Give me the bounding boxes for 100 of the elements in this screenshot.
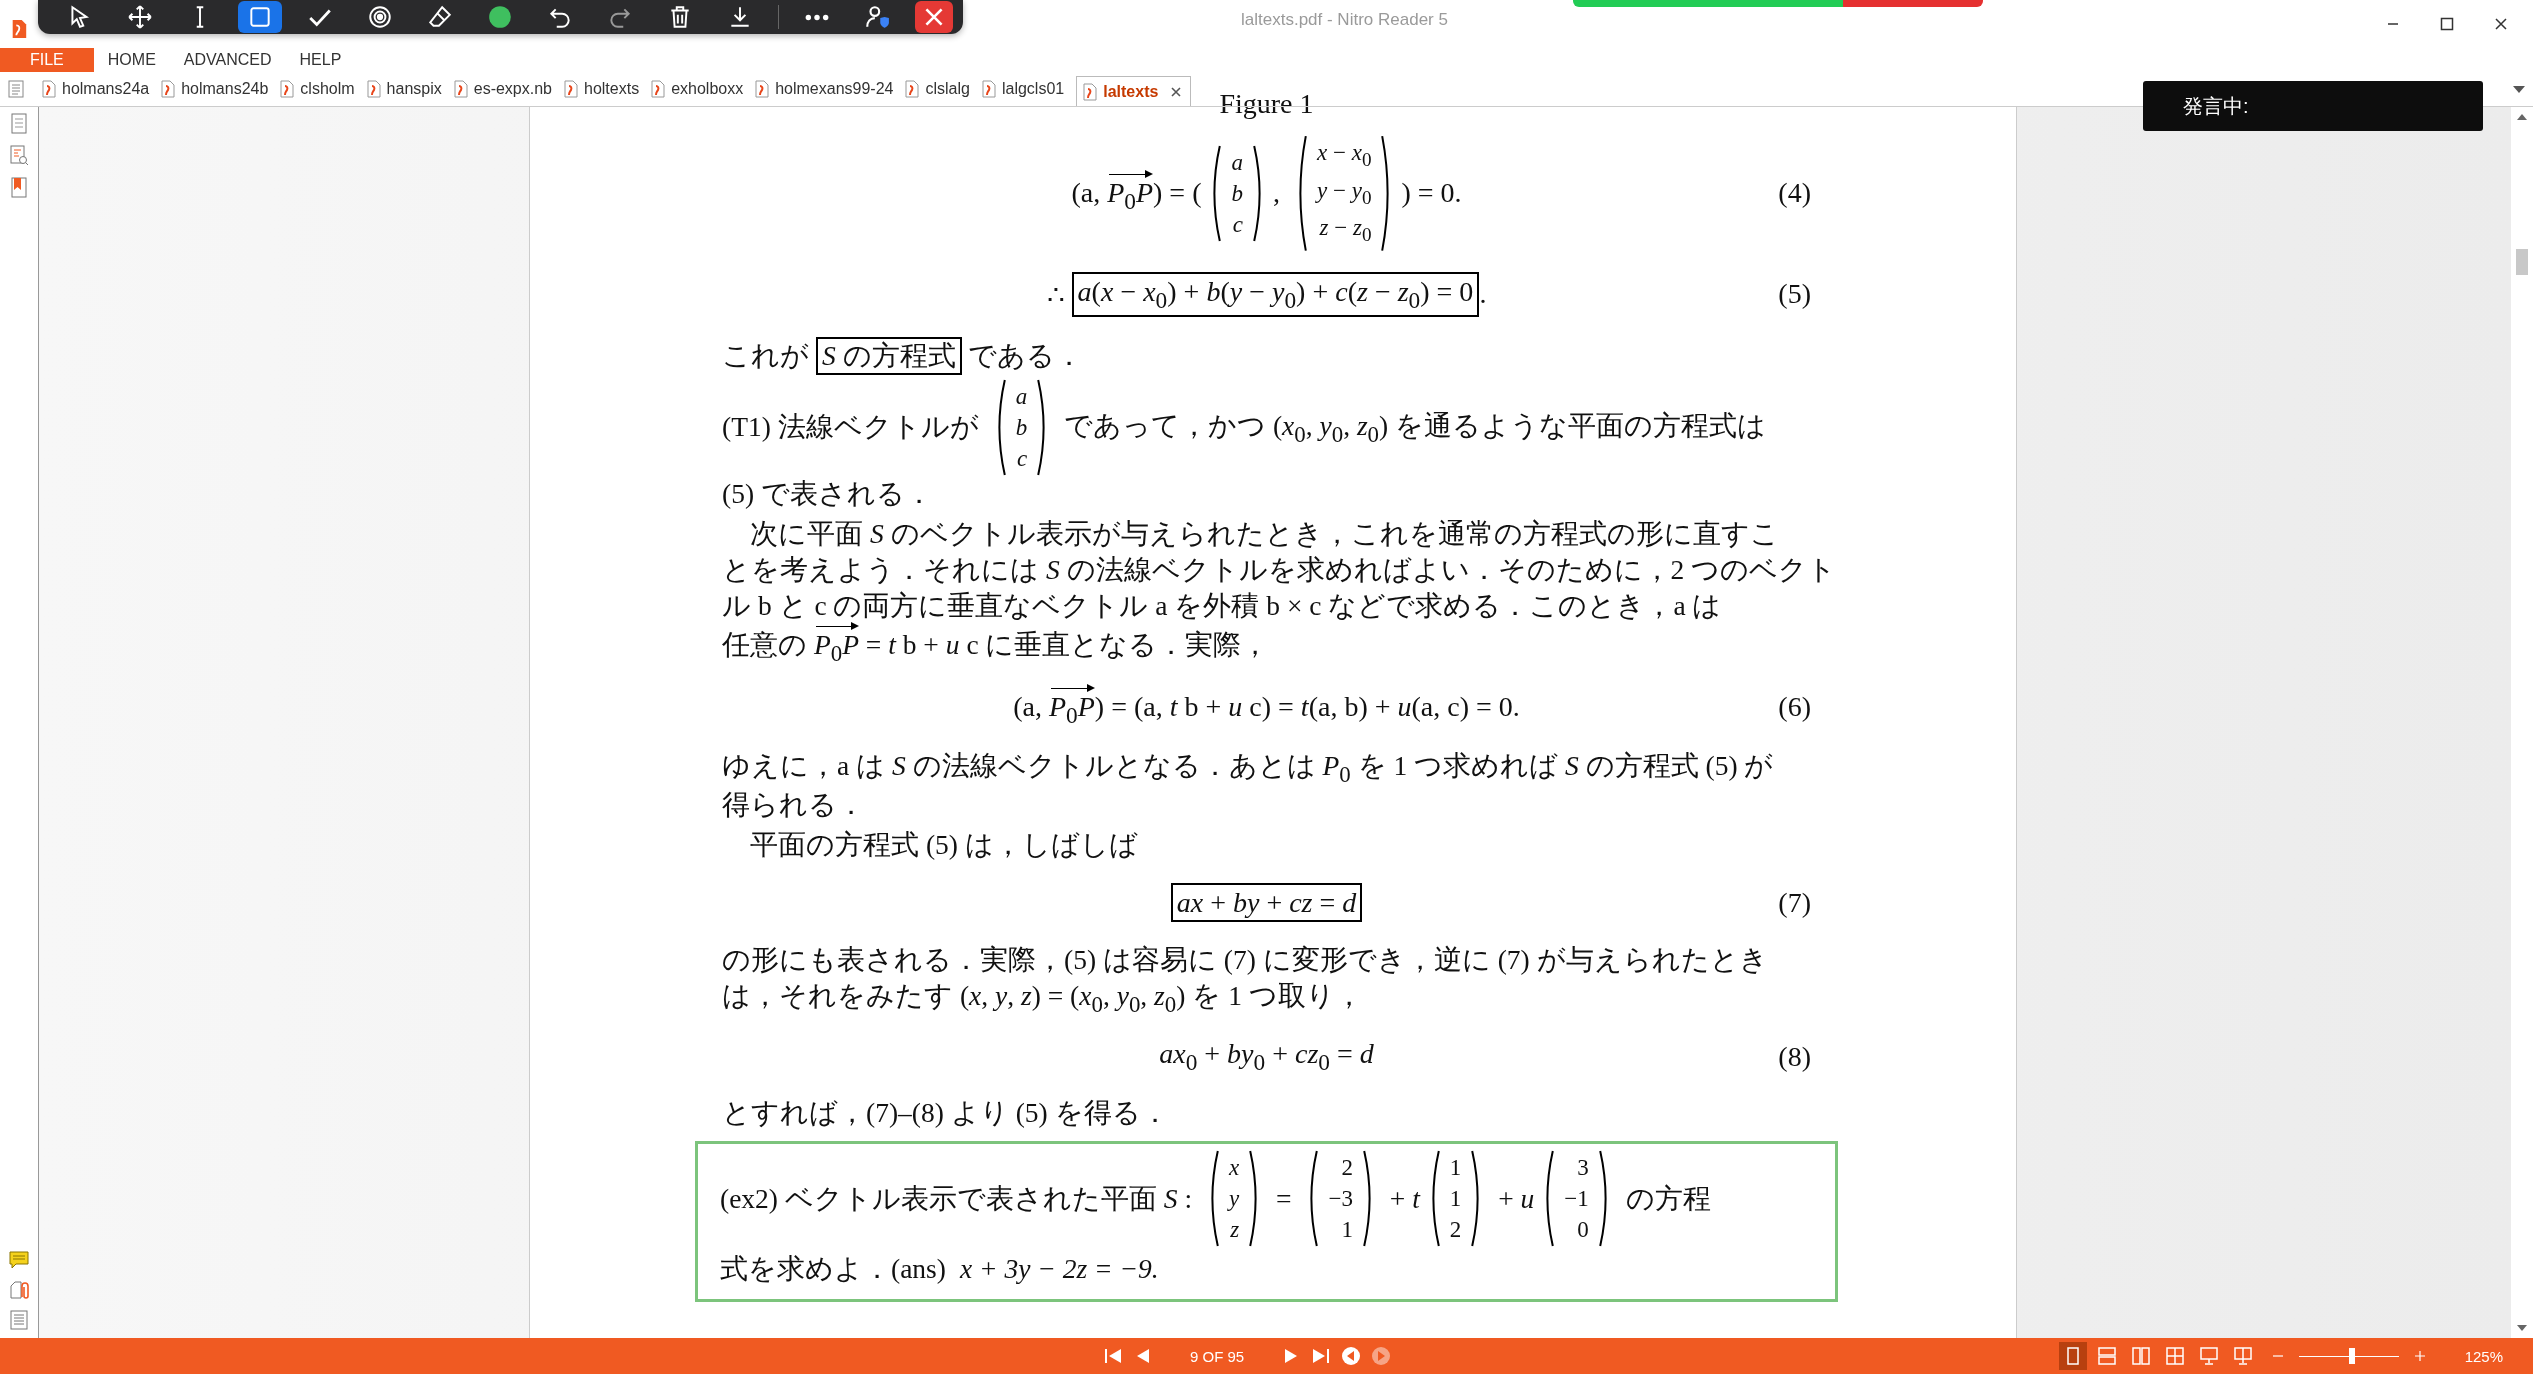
vector-entry: 1: [1449, 1154, 1462, 1183]
attachment-icon[interactable]: [9, 1280, 29, 1300]
equation-number: (5): [1778, 278, 1811, 311]
zoom-level: 125%: [2464, 1347, 2503, 1365]
vector-entry: a: [1015, 382, 1028, 411]
document-tab[interactable]: holmans24a: [42, 75, 158, 103]
window-title: laltexts.pdf - Nitro Reader 5: [1241, 10, 1448, 30]
document-tab[interactable]: holtexts: [564, 75, 648, 103]
scroll-down-icon[interactable]: [2516, 1324, 2528, 1332]
body-text: の形にも表される．実際，(5) は容易に (7) に変形でき，逆に (7) が与えられたとき: [722, 943, 1768, 978]
menu-tab[interactable]: HOME: [93, 48, 170, 72]
math-text: ) = 0.: [1401, 177, 1462, 210]
move-arrows-icon: [127, 4, 153, 30]
body-text: + u: [1497, 1182, 1535, 1215]
vector-entry: −3: [1328, 1185, 1353, 1214]
list-icon[interactable]: [9, 1310, 29, 1330]
vector-entry: x: [1228, 1154, 1240, 1183]
vector-entry: 1: [1449, 1185, 1462, 1214]
vector-entry: x − x$_{0}$: [1317, 139, 1372, 172]
vector-entry: b: [1015, 413, 1028, 442]
close-button[interactable]: [915, 1, 953, 33]
body-text: (ans): [891, 1253, 946, 1286]
color-dot-icon: [487, 4, 513, 30]
speech-status-text: 発言中:: [2183, 93, 2249, 119]
vector-notation: P$_{0}$P: [1048, 685, 1095, 728]
body-text: 平面の方程式 (5) は，しばしば: [749, 828, 1138, 863]
menu-tab[interactable]: ADVANCED: [169, 48, 286, 72]
pdf-file-icon: [42, 80, 56, 98]
close-tab-icon[interactable]: [1170, 85, 1183, 98]
document-tab[interactable]: clslalg: [905, 75, 978, 103]
plus-icon: [2413, 1350, 2426, 1362]
math-text: (a,: [1071, 177, 1102, 210]
document-list-icon[interactable]: [8, 80, 24, 98]
pdf-file-icon: [280, 80, 295, 98]
vector-entry: z − z$_{0}$: [1319, 214, 1372, 247]
body-text: である．: [967, 338, 1084, 373]
pdf-file-icon: [1083, 82, 1098, 101]
split-monitor-icon: [2233, 1347, 2252, 1365]
body-text: = t b + u c に垂直となる．実際，: [864, 627, 1270, 662]
body-text: であって，かつ (x$_{0}$, y$_{0}$, z$_{0}$) を通るような平面の方程式は: [1063, 408, 1767, 448]
search-document-icon[interactable]: [9, 145, 29, 167]
rectangle-tool-button[interactable]: [238, 1, 282, 33]
math-text: .: [1479, 278, 1487, 311]
circle-back-icon: [1341, 1346, 1362, 1366]
target-icon: [367, 4, 393, 30]
pdf-file-icon: [564, 80, 578, 98]
document-tab[interactable]: exholboxx: [651, 75, 752, 103]
rectangle-icon: [247, 4, 273, 30]
pages-icon[interactable]: [9, 113, 29, 135]
comment-icon[interactable]: [9, 1250, 29, 1270]
vector-notation: P$_{0}$P: [1107, 172, 1154, 215]
math-text: ) = (: [1153, 177, 1202, 210]
document-tab[interactable]: laltexts: [1076, 76, 1192, 106]
body-text: の方程: [1624, 1181, 1711, 1216]
boxed-text: S の方程式: [815, 336, 962, 375]
body-text: =: [1275, 1182, 1293, 1215]
math-text: (a,: [1013, 690, 1043, 723]
more-icon: [804, 13, 830, 21]
last-page-icon: [1311, 1346, 1332, 1366]
body-text: 式を求めよ．: [720, 1252, 891, 1287]
body-text: (ex2) ベクトル表示で表された平面 S :: [720, 1181, 1194, 1216]
pdf-file-icon: [981, 80, 996, 98]
single-view-button[interactable]: [2058, 1342, 2087, 1370]
menu-tab[interactable]: HELP: [285, 48, 356, 72]
vector-entry: 1: [1341, 1216, 1353, 1245]
body-text: + t: [1388, 1182, 1420, 1215]
vector-entry: 2: [1449, 1216, 1462, 1245]
math-text: ,: [1273, 177, 1281, 210]
scroll-up-icon[interactable]: [2516, 113, 2528, 121]
document-tab[interactable]: lalgcls01: [981, 75, 1073, 103]
pdf-file-icon: [453, 80, 468, 98]
bookmark-icon[interactable]: [9, 177, 29, 199]
equation-number: (8): [1778, 1040, 1811, 1073]
scrollbar-thumb[interactable]: [2516, 249, 2528, 275]
math-text: ax$_{0}$ + by$_{0}$ + cz$_{0}$ = d: [1159, 1037, 1374, 1076]
first-page-icon: [1103, 1346, 1123, 1366]
close-icon: [2493, 16, 2509, 32]
two-pages-icon: [2131, 1347, 2150, 1365]
document-tab[interactable]: es-expx.nb: [453, 75, 560, 103]
user-shield-icon: [864, 4, 890, 30]
vector-entry: c: [1232, 210, 1243, 239]
body-text: (T1) 法線ベクトルが: [722, 410, 980, 445]
document-tab[interactable]: holmexans99-24: [755, 75, 902, 103]
document-tab[interactable]: holmans24b: [161, 75, 277, 103]
document-tab[interactable]: clsholm: [280, 75, 363, 103]
boxed-equation: ax + by + cz = d: [1170, 883, 1363, 923]
vector-entry: 3: [1577, 1154, 1589, 1183]
pdf-file-icon: [651, 80, 666, 98]
pdf-file-icon: [755, 80, 770, 98]
dropdown-caret-icon[interactable]: [2513, 86, 2525, 94]
body-text: 次に平面 S のベクトル表示が与えられたとき，これを通常の方程式の形に直すこ: [749, 516, 1779, 551]
pdf-file-icon: [905, 80, 920, 98]
pdf-file-icon: [161, 80, 176, 98]
document-tab[interactable]: hanspix: [366, 75, 450, 103]
body-text: 得られる．: [722, 788, 865, 823]
equation-number: (6): [1778, 690, 1811, 723]
vector-entry: −1: [1564, 1185, 1589, 1214]
body-text: ゆえに，a は S の法線ベクトルとなる．あとは P$_{0}$ を 1 つ求めれば S の方程式 (5) が: [722, 748, 1774, 788]
zoom-slider-thumb[interactable]: [2348, 1348, 2355, 1364]
body-text: は，それをみたす (x, y, z) = (x$_{0}$, y$_{0}$, z$_{0}$) を 1 つ取り，: [722, 979, 1363, 1018]
